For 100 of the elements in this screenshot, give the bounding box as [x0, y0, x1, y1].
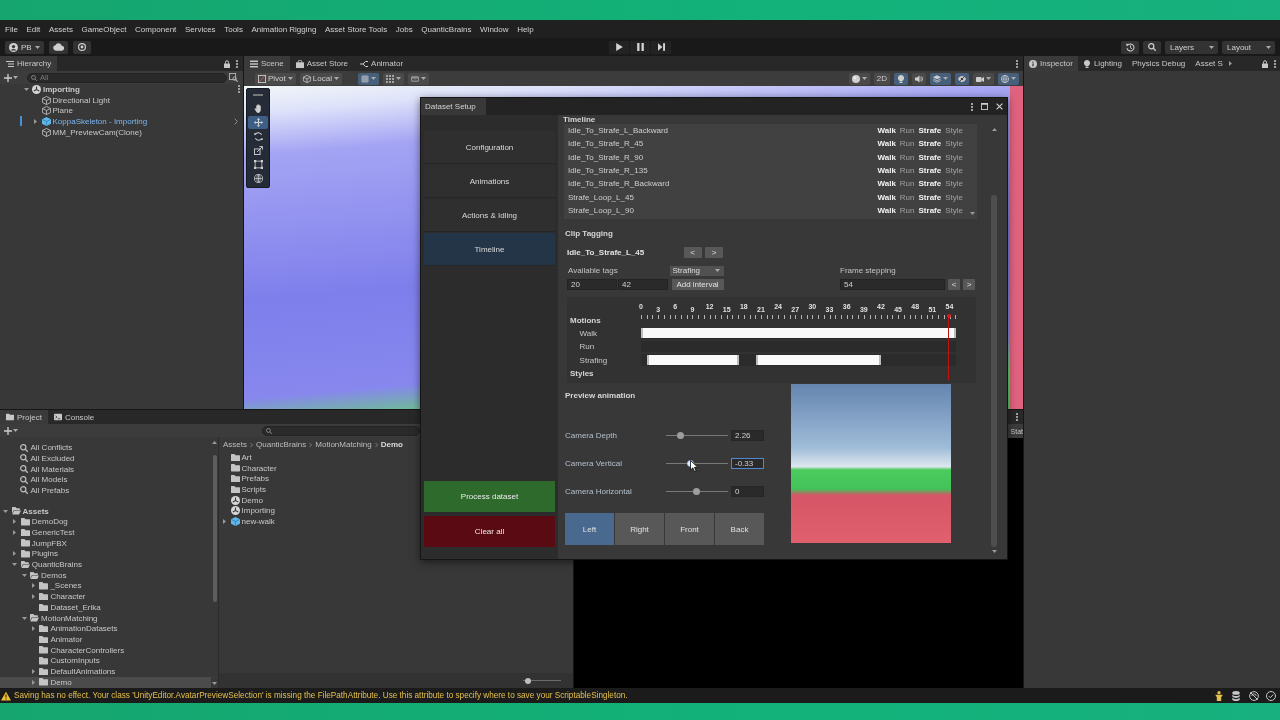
- history-button[interactable]: [1121, 40, 1139, 54]
- caret-down-icon[interactable]: [23, 87, 29, 91]
- figure-icon[interactable]: [1213, 690, 1224, 701]
- chevron-icon[interactable]: [234, 117, 238, 125]
- search-field[interactable]: [262, 425, 420, 436]
- value-field[interactable]: -0.33: [731, 457, 764, 469]
- process-button[interactable]: Process dataset: [424, 481, 555, 512]
- camera-dropdown[interactable]: [973, 72, 994, 85]
- caret-right-icon[interactable]: [31, 583, 35, 589]
- hierarchy-item[interactable]: Importing: [0, 84, 243, 95]
- tag-toggle[interactable]: Style: [945, 152, 963, 162]
- folder-tree-item[interactable]: DefaultAnimations: [0, 666, 211, 677]
- asset-item[interactable]: new-walk: [219, 516, 278, 527]
- folder-tree-item[interactable]: MotionMatching: [0, 612, 211, 624]
- check-circle-icon[interactable]: [1266, 690, 1276, 701]
- tag-toggle[interactable]: Strafe: [918, 139, 942, 149]
- effects-dropdown[interactable]: [930, 72, 951, 85]
- visibility-toggle[interactable]: [955, 72, 969, 85]
- tag-toggle[interactable]: Strafe: [918, 192, 942, 202]
- menu-item[interactable]: Animation Rigging: [251, 24, 317, 34]
- tag-toggle[interactable]: Run: [899, 192, 915, 202]
- asset-item[interactable]: Importing: [219, 505, 278, 517]
- clip-name[interactable]: Strafe_Loop_L_90: [568, 205, 634, 215]
- search-button[interactable]: [1143, 40, 1161, 54]
- increment-dropdown[interactable]: [407, 72, 429, 85]
- step-button[interactable]: [651, 40, 671, 54]
- folder-tree-item[interactable]: DemoDog: [0, 516, 211, 528]
- tag-toggle[interactable]: Strafe: [918, 166, 942, 176]
- clip-name[interactable]: Idle_To_Strafe_R_90: [568, 152, 644, 162]
- next-clip-button[interactable]: >: [705, 246, 723, 258]
- pause-button[interactable]: [630, 40, 650, 54]
- breadcrumb-link[interactable]: QuanticBrains: [256, 440, 307, 449]
- menu-item[interactable]: Window: [480, 24, 509, 34]
- tag-toggle[interactable]: Walk: [877, 179, 896, 189]
- pivot-dropdown[interactable]: Pivot: [255, 72, 296, 85]
- play-button[interactable]: [609, 40, 629, 54]
- view-button[interactable]: Left: [565, 513, 614, 545]
- slider-thumb[interactable]: [692, 487, 700, 495]
- caret-down-icon[interactable]: [212, 682, 217, 685]
- tag-dropdown[interactable]: Strafing: [669, 265, 724, 276]
- favorite-item[interactable]: All Models: [0, 474, 211, 486]
- folder-tree-item[interactable]: QuanticBrains: [0, 559, 211, 570]
- caret-down-icon[interactable]: [12, 563, 18, 567]
- maximize-icon[interactable]: [981, 103, 988, 110]
- breadcrumb-link[interactable]: Assets: [223, 440, 247, 449]
- tag-toggle[interactable]: Style: [945, 179, 963, 189]
- favorite-item[interactable]: All Materials: [0, 463, 211, 475]
- caret-right-icon[interactable]: [1228, 61, 1232, 66]
- caret-right-icon[interactable]: [34, 118, 37, 124]
- hierarchy-item[interactable]: MM_PreviewCam(Clone): [0, 126, 243, 138]
- interval-start-handle[interactable]: [647, 355, 650, 366]
- account-dropdown[interactable]: PB: [5, 40, 44, 54]
- caret-right-icon[interactable]: [31, 669, 35, 674]
- tag-toggle[interactable]: Run: [899, 179, 915, 189]
- window-tab[interactable]: Dataset Setup: [421, 98, 486, 115]
- close-icon[interactable]: [996, 103, 1003, 110]
- folder-tree-item[interactable]: Dataset_Erika: [0, 602, 211, 613]
- interval-bar[interactable]: [757, 355, 880, 366]
- folder-tree-item[interactable]: JumpFBX: [0, 537, 211, 549]
- menu-item[interactable]: GameObject: [81, 24, 127, 34]
- mode-2d-toggle[interactable]: 2D: [873, 72, 890, 85]
- clip-name[interactable]: Strafe_Loop_L_45: [568, 192, 634, 202]
- toolbar-button[interactable]: [72, 40, 91, 54]
- menu-item[interactable]: Assets: [48, 24, 73, 34]
- folder-tree-item[interactable]: CharacterControllers: [0, 644, 211, 656]
- view-button[interactable]: Right: [615, 513, 664, 545]
- favorite-item[interactable]: All Conflicts: [0, 442, 211, 454]
- tag-toggle[interactable]: Walk: [877, 152, 896, 162]
- tag-toggle[interactable]: Walk: [877, 192, 896, 202]
- caret-down-icon[interactable]: [21, 616, 27, 620]
- slider-thumb[interactable]: [524, 677, 531, 684]
- caret-down-icon[interactable]: [3, 509, 8, 513]
- tag-toggle[interactable]: Style: [945, 139, 963, 149]
- panel-tab[interactable]: Asset Store: [289, 56, 355, 71]
- tag-toggle[interactable]: Style: [945, 166, 963, 176]
- interval-end-handle[interactable]: [954, 328, 956, 339]
- tag-toggle[interactable]: Run: [899, 166, 915, 176]
- folder-tree-item[interactable]: AnimationDatasets: [0, 623, 211, 635]
- gizmos-dropdown[interactable]: [998, 72, 1019, 85]
- scrollbar-thumb[interactable]: [212, 455, 217, 602]
- caret-up-icon[interactable]: [212, 441, 217, 444]
- next-frame-button[interactable]: >: [963, 278, 975, 290]
- folder-tree-item[interactable]: Character: [0, 591, 211, 602]
- clip-name[interactable]: Idle_To_Strafe_R_Backward: [568, 179, 670, 189]
- lock-icon[interactable]: [1262, 59, 1268, 68]
- caret-right-icon[interactable]: [13, 519, 17, 525]
- menu-item[interactable]: Tools: [224, 24, 243, 34]
- folder-tree-item[interactable]: Plugins: [0, 548, 211, 560]
- caret-right-icon[interactable]: [31, 594, 35, 600]
- previous-frame-button[interactable]: <: [948, 278, 960, 290]
- asset-item[interactable]: Demo: [219, 494, 266, 506]
- tag-toggle[interactable]: Run: [899, 152, 915, 162]
- tag-toggle[interactable]: Strafe: [918, 205, 942, 215]
- caret-right-icon[interactable]: [13, 530, 17, 536]
- tag-toggle[interactable]: Walk: [877, 205, 896, 215]
- tag-toggle[interactable]: Run: [899, 139, 915, 149]
- nav-button[interactable]: Timeline: [424, 233, 555, 266]
- folder-tree-item[interactable]: Assets: [0, 505, 211, 517]
- tag-toggle[interactable]: Style: [945, 192, 963, 202]
- hierarchy-item[interactable]: Plane: [0, 105, 243, 117]
